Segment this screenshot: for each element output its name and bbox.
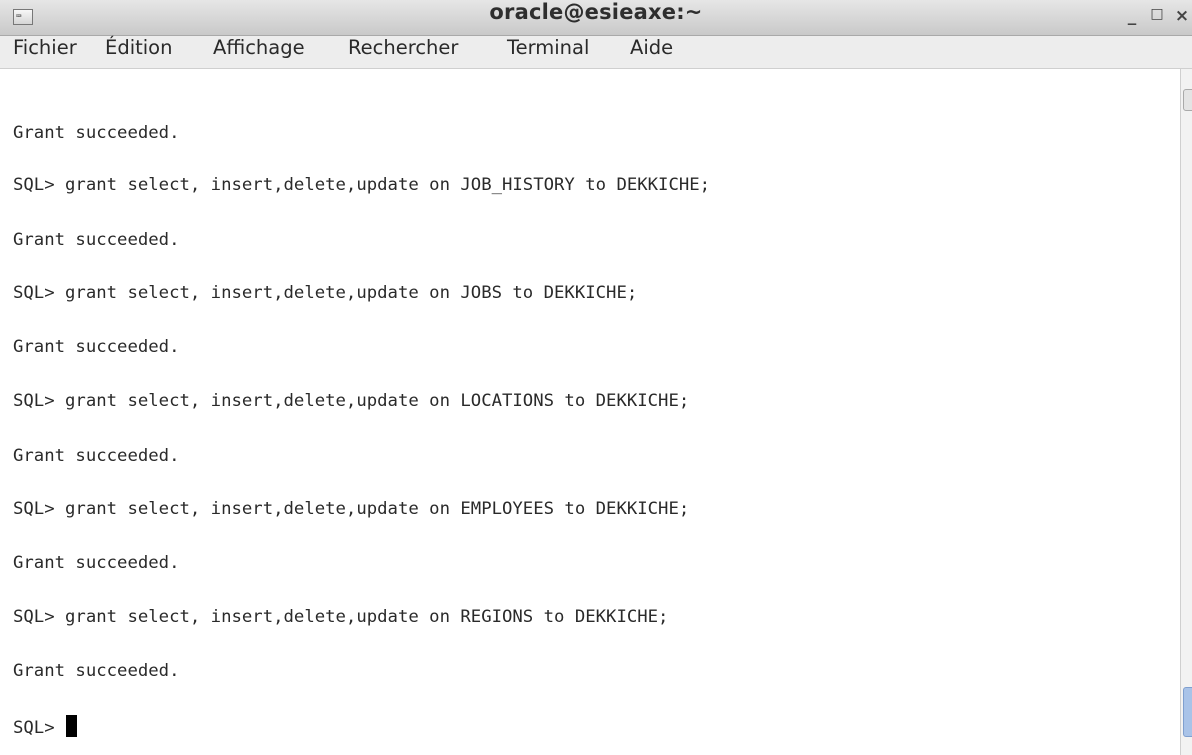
menu-item-aide[interactable]: Aide bbox=[630, 36, 673, 69]
terminal-line: SQL> grant select, insert,delete,update … bbox=[13, 499, 690, 519]
terminal-line: Grant succeeded. bbox=[13, 661, 180, 681]
terminal-line: Grant succeeded. bbox=[13, 553, 180, 573]
terminal-line: Grant succeeded. bbox=[13, 337, 180, 357]
menu-item-edition[interactable]: Édition bbox=[105, 36, 172, 69]
terminal-line: SQL> grant select, insert,delete,update … bbox=[13, 607, 669, 627]
menu-item-rechercher[interactable]: Rechercher bbox=[348, 36, 458, 69]
terminal-line: SQL> grant select, insert,delete,update … bbox=[13, 175, 711, 195]
terminal-line: Grant succeeded. bbox=[13, 446, 180, 466]
scrollbar-thumb[interactable] bbox=[1183, 687, 1192, 737]
terminal-line: SQL> grant select, insert,delete,update … bbox=[13, 391, 690, 411]
window-title: oracle@esieaxe:~ bbox=[489, 0, 703, 24]
maximize-icon[interactable]: □ bbox=[1147, 6, 1167, 30]
minimize-icon[interactable]: _ bbox=[1122, 6, 1142, 30]
terminal-window: ⌨ oracle@esieaxe:~ _ □ × Fichier Édition… bbox=[0, 0, 1192, 755]
text-cursor bbox=[66, 715, 78, 737]
menu-item-terminal[interactable]: Terminal bbox=[507, 36, 589, 69]
close-icon[interactable]: × bbox=[1172, 6, 1192, 30]
sql-prompt: SQL> bbox=[13, 718, 66, 738]
terminal-line: SQL> grant select, insert,delete,update … bbox=[13, 283, 638, 303]
menu-item-fichier[interactable]: Fichier bbox=[13, 36, 77, 69]
menu-bar: Fichier Édition Affichage Rechercher Ter… bbox=[0, 36, 1192, 69]
scroll-up-button[interactable] bbox=[1183, 89, 1192, 111]
title-bar[interactable]: ⌨ oracle@esieaxe:~ _ □ × bbox=[0, 0, 1192, 36]
vertical-scrollbar[interactable] bbox=[1180, 69, 1192, 755]
menu-item-affichage[interactable]: Affichage bbox=[213, 36, 305, 69]
terminal-line: Grant succeeded. bbox=[13, 230, 180, 250]
terminal-output[interactable]: Grant succeeded. SQL> grant select, inse… bbox=[0, 69, 1180, 755]
terminal-line: Grant succeeded. bbox=[13, 123, 180, 143]
terminal-prompt-line[interactable]: SQL> bbox=[13, 715, 78, 739]
